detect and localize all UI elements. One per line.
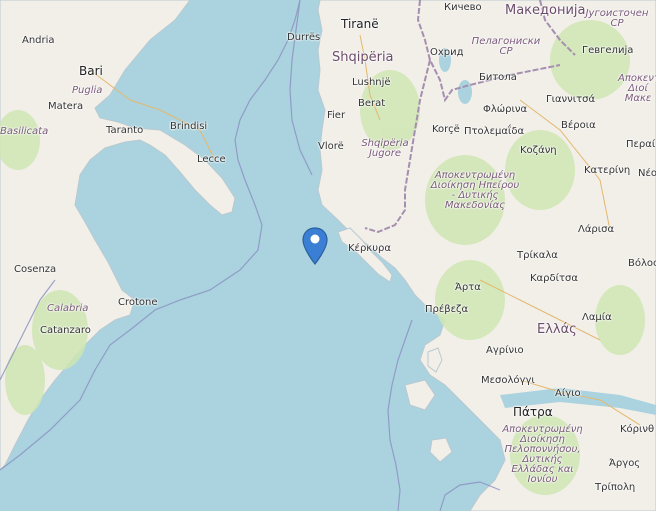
city-durres: Durrës [287,32,321,43]
city-argos: Άργος [609,458,641,469]
city-agrinio: Αγρίνιο [486,345,524,356]
city-ohrid: Охрид [430,47,464,58]
city-giannitsa: Γιαννιτσά [546,94,596,105]
city-gevgelija: Гевгелија [582,45,634,56]
city-ptolemaida: Πτολεμαΐδα [464,126,525,137]
kefalonia-island [404,379,436,411]
country-north-macedonia: Македонија [505,3,586,18]
city-korce: Korçë [432,124,460,135]
map-view[interactable]: Andria Bari Puglia Matera Basilicata Tar… [0,0,656,511]
map-pin-icon [302,227,328,265]
city-korinthos: Κόρινθ [620,424,655,435]
region-pelagonia: Пелагониски СР [471,36,541,57]
city-kerkyra: Κέρκυρα [348,243,391,254]
city-mesolongi: Μεσολόγγι [481,375,535,386]
city-arta: Άρτα [455,282,481,293]
city-kichevo: Кичево [444,2,482,13]
city-lamia: Λαμία [582,312,612,323]
city-aigio: Αίγιο [555,388,581,399]
city-tirane: Tiranë [341,17,379,31]
city-tripoli: Τρίπολη [595,482,636,493]
region-jugoistochen: Југоисточен СР [585,8,649,29]
city-veroia: Βέροια [561,120,596,131]
city-karditsa: Καρδίτσα [530,273,578,284]
region-puglia: Puglia [72,85,103,96]
city-volos: Βόλος [628,258,656,269]
region-shqiperia-jugore: Shqipëria Jugore [361,138,409,159]
city-vlore: Vlorë [318,141,344,152]
city-crotone: Crotone [118,297,158,308]
city-taranto: Taranto [106,125,144,136]
city-larisa: Λάρισα [578,224,615,235]
city-fier: Fier [327,110,346,121]
region-peloponnese: Αποκεντρωμένη Διοίκηση Πελοποννήσου, Δυτ… [502,424,583,485]
city-patra: Πάτρα [513,405,553,419]
city-kozani: Κοζάνη [520,145,557,156]
city-andria: Andria [22,35,55,46]
city-bitola: Битола [479,72,517,83]
city-trikala: Τρίκαλα [517,250,558,261]
city-lecce: Lecce [197,154,226,165]
region-calabria: Calabria [47,303,89,314]
location-marker[interactable] [302,227,328,265]
city-cosenza: Cosenza [14,264,57,275]
region-epirus: Αποκεντρωμένη Διοίκηση Ηπείρου - Δυτικής… [430,170,520,211]
country-greece: Ελλάς [537,322,577,337]
region-basilicata: Basilicata [0,126,49,137]
zakynthos-island [429,437,453,463]
city-preveza: Πρέβεζα [425,304,469,315]
city-bari: Bari [79,64,103,78]
city-brindisi: Brindisi [170,121,208,132]
city-catanzaro: Catanzaro [40,325,91,336]
city-berat: Berat [358,98,386,109]
city-matera: Matera [48,101,84,112]
city-neo: Νέο [638,168,656,179]
city-lushnje: Lushnjë [352,77,391,88]
region-macedonia-gr: Αποκεντ Διοί Μακε [618,73,656,104]
city-katerini: Κατερίνη [584,165,631,176]
city-florina: Φλώρινα [483,104,528,115]
country-albania: Shqipëria [332,50,394,65]
city-perea: Περαί [626,139,656,150]
